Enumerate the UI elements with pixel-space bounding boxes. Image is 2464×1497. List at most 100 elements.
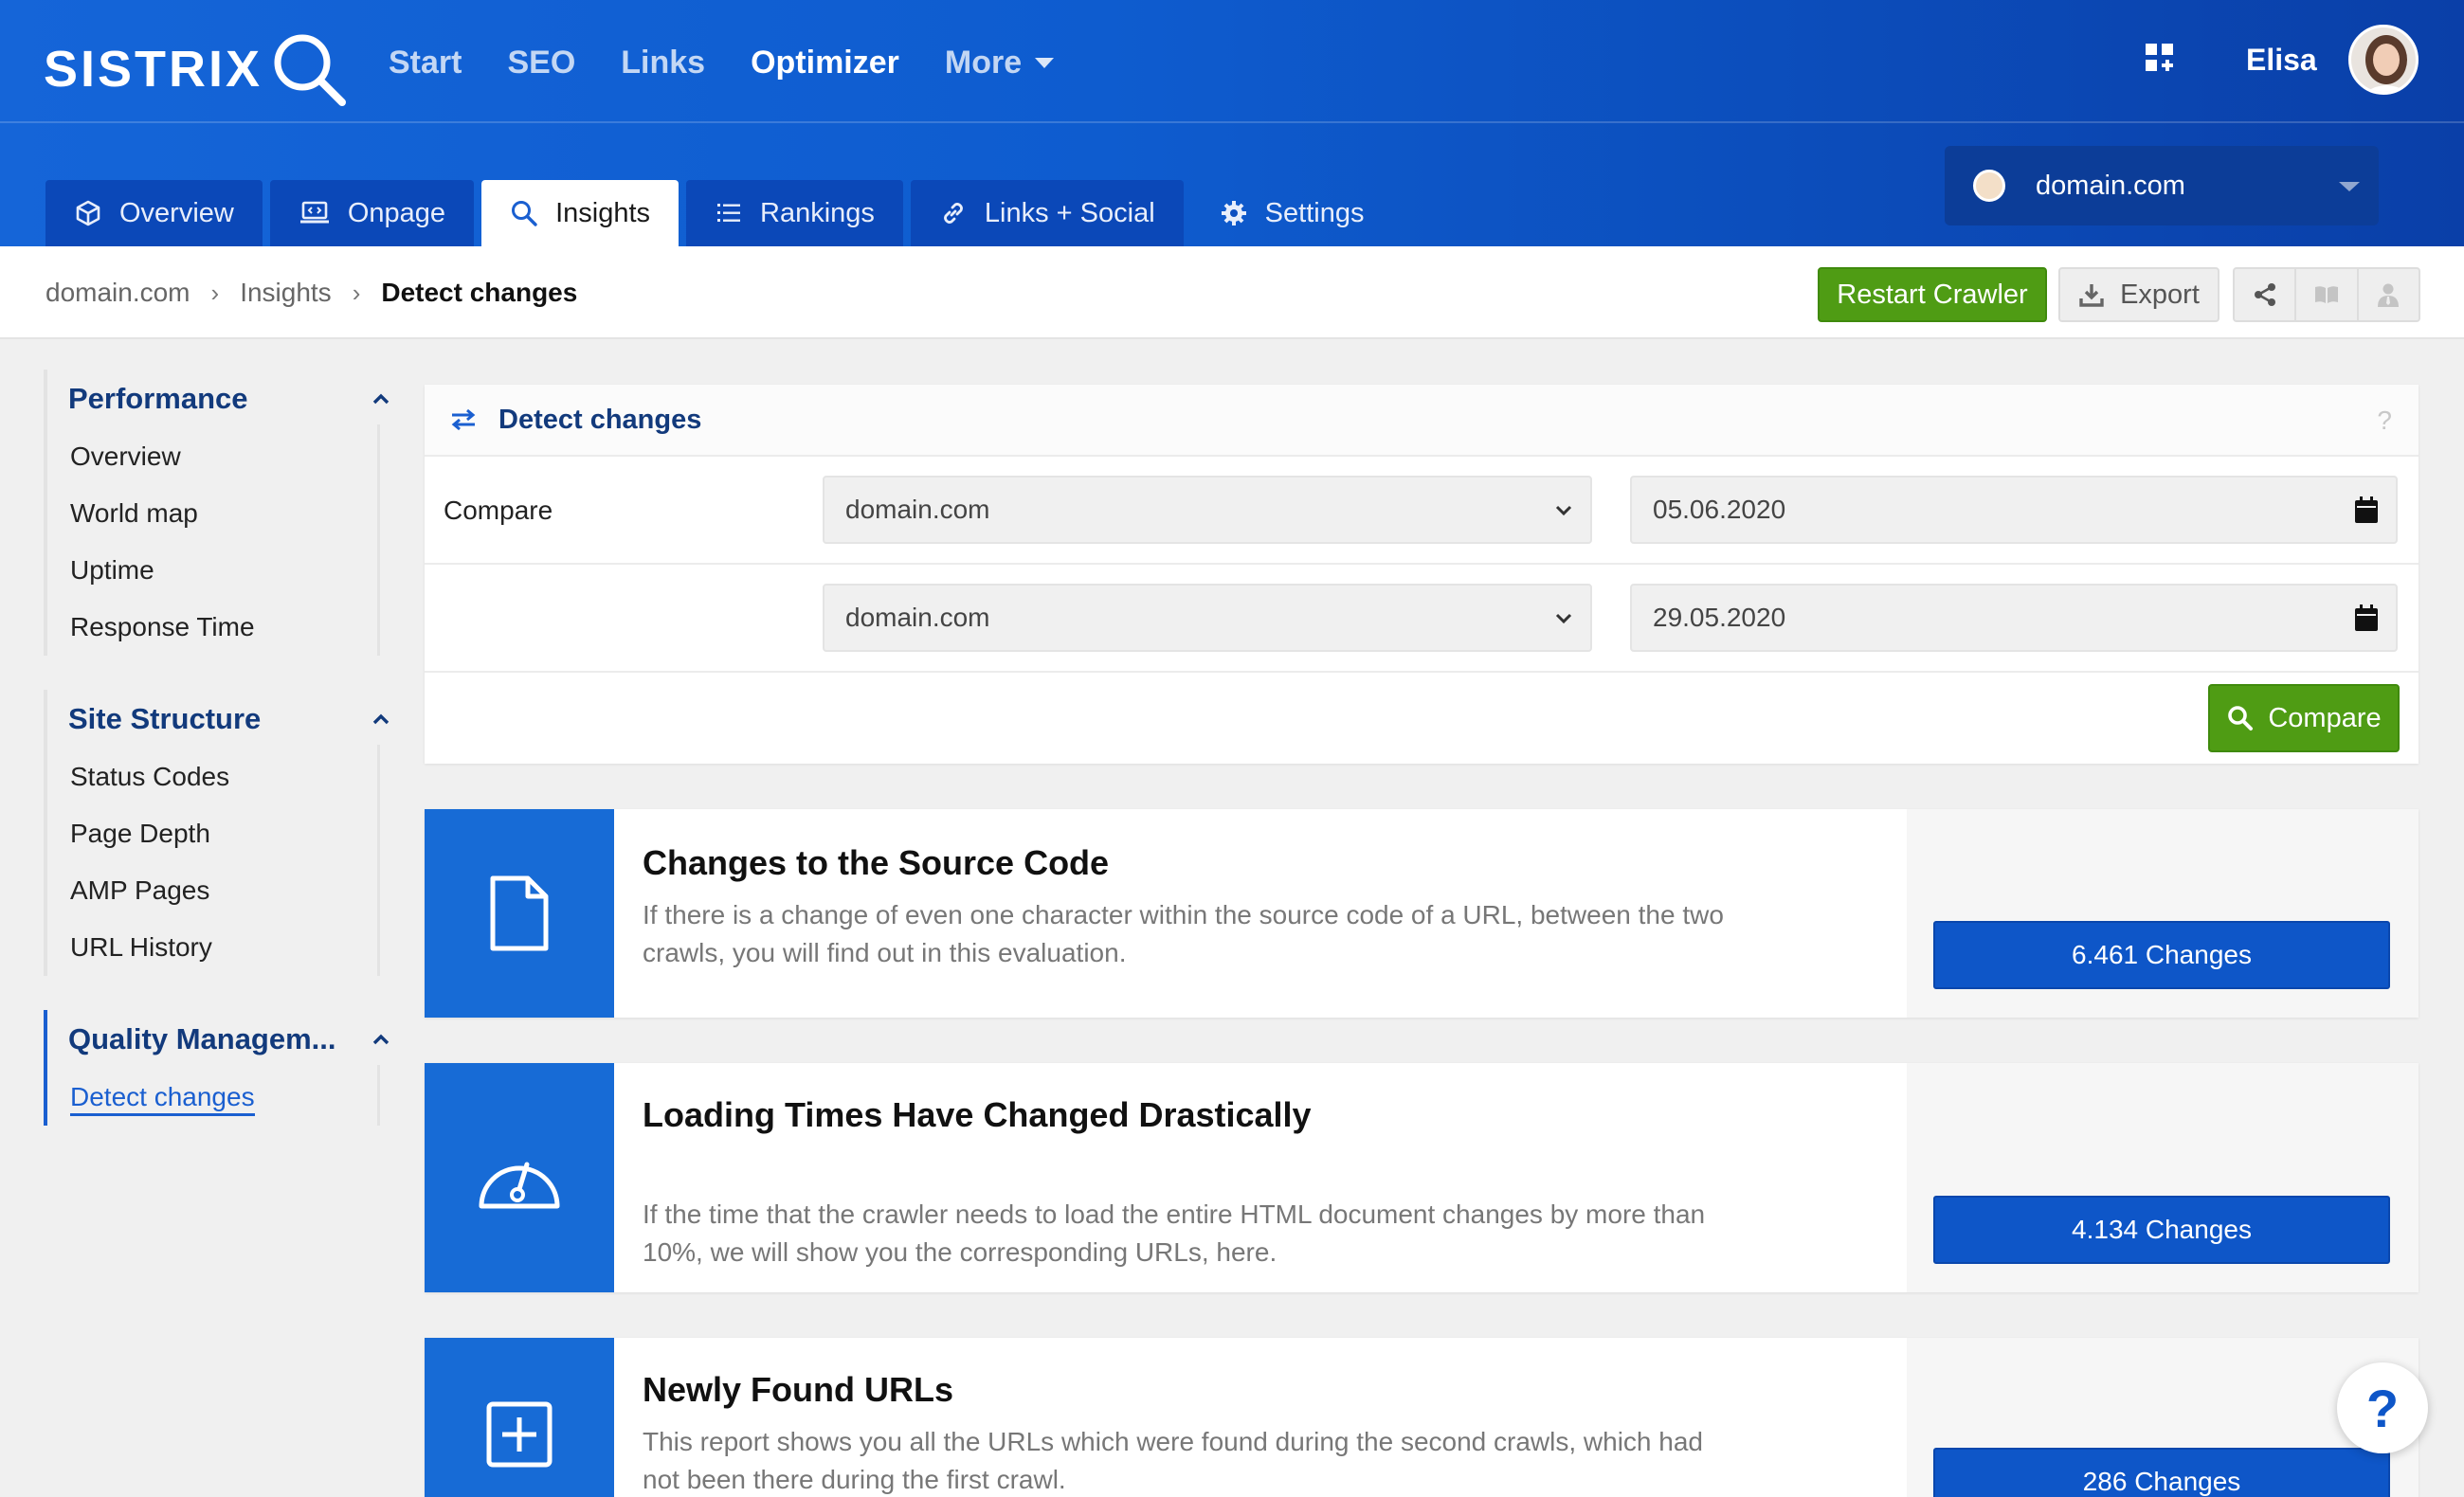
nav-seo[interactable]: SEO bbox=[507, 38, 575, 87]
compare-label: Compare bbox=[444, 496, 553, 525]
compare-button[interactable]: Compare bbox=[2208, 684, 2400, 752]
user-report-button[interactable] bbox=[2359, 269, 2419, 320]
apps-grid-icon[interactable] bbox=[2144, 42, 2176, 74]
sidebar-heading-label: Site Structure bbox=[68, 702, 262, 735]
help-question-icon[interactable]: ? bbox=[2377, 406, 2392, 436]
main-nav: Start SEO Links Optimizer More bbox=[389, 38, 1055, 87]
date-field-2[interactable]: 29.05.2020 bbox=[1630, 584, 2398, 652]
sidebar-heading-site-structure[interactable]: Site Structure bbox=[44, 690, 394, 748]
sidebar-item-label: URL History bbox=[70, 932, 212, 962]
sidebar-item-label: Status Codes bbox=[70, 762, 230, 791]
top-header: SISTRIX Start SEO Links Optimizer More E… bbox=[0, 0, 2464, 246]
sidebar-item-label: AMP Pages bbox=[70, 875, 210, 905]
report-card-source-code: Changes to the Source Code If there is a… bbox=[425, 809, 2419, 1018]
report-card-loading-times: Loading Times Have Changed Drastically I… bbox=[425, 1063, 2419, 1292]
speedometer-icon bbox=[479, 1162, 560, 1209]
sidebar-item-label: Overview bbox=[70, 442, 181, 471]
book-button[interactable] bbox=[2296, 269, 2359, 320]
nav-links-label: Links bbox=[621, 45, 706, 81]
breadcrumb-separator-icon: › bbox=[210, 278, 220, 307]
chevron-up-icon bbox=[372, 393, 390, 405]
export-button[interactable]: Export bbox=[2058, 267, 2219, 322]
sidebar-group-site-structure: Site Structure Status Codes Page Depth A… bbox=[44, 690, 394, 976]
compare-row-2: domain.com 29.05.2020 bbox=[425, 565, 2419, 673]
restart-crawler-button[interactable]: Restart Crawler bbox=[1818, 267, 2047, 322]
sidebar-heading-performance[interactable]: Performance bbox=[44, 370, 394, 428]
tab-links-social[interactable]: Links + Social bbox=[910, 180, 1184, 246]
tab-settings-label: Settings bbox=[1264, 197, 1365, 228]
nav-start-label: Start bbox=[389, 45, 462, 81]
project-select-value: domain.com bbox=[845, 603, 990, 632]
report-title[interactable]: Loading Times Have Changed Drastically bbox=[643, 1095, 1312, 1135]
sidebar-item-overview[interactable]: Overview bbox=[44, 428, 394, 485]
help-floating-button[interactable]: ? bbox=[2337, 1362, 2428, 1453]
breadcrumb-domain[interactable]: domain.com bbox=[45, 278, 190, 308]
project-select-1[interactable]: domain.com bbox=[823, 476, 1592, 544]
user-name[interactable]: Elisa bbox=[2246, 38, 2317, 81]
changes-button[interactable]: 4.134 Changes bbox=[1933, 1196, 2390, 1264]
nav-more[interactable]: More bbox=[945, 38, 1055, 87]
cube-icon bbox=[76, 200, 100, 226]
section-tabs: Overview Onpage Insights Rankings Links … bbox=[45, 180, 1392, 246]
report-title[interactable]: Newly Found URLs bbox=[643, 1370, 953, 1410]
breadcrumb-insights[interactable]: Insights bbox=[240, 278, 332, 308]
tab-insights-label: Insights bbox=[555, 197, 651, 228]
nav-optimizer[interactable]: Optimizer bbox=[751, 38, 899, 87]
share-button[interactable] bbox=[2235, 269, 2297, 320]
report-icon-tile bbox=[425, 809, 614, 1018]
sidebar-item-detect-changes[interactable]: Detect changes bbox=[44, 1069, 394, 1126]
changes-button[interactable]: 6.461 Changes bbox=[1933, 921, 2390, 989]
sidebar-item-page-depth[interactable]: Page Depth bbox=[44, 805, 394, 862]
nav-links[interactable]: Links bbox=[621, 38, 705, 87]
sidebar-subrail bbox=[377, 424, 380, 656]
sidebar-item-amp-pages[interactable]: AMP Pages bbox=[44, 862, 394, 919]
book-open-icon bbox=[2314, 286, 2338, 303]
user-tie-icon bbox=[2378, 283, 2400, 307]
file-icon bbox=[490, 875, 549, 951]
chevron-up-icon bbox=[372, 713, 390, 725]
sidebar-heading-label: Quality Managem... bbox=[68, 1022, 336, 1055]
sidebar-item-url-history[interactable]: URL History bbox=[44, 919, 394, 976]
project-select-2[interactable]: domain.com bbox=[823, 584, 1592, 652]
changes-button[interactable]: 286 Changes bbox=[1933, 1448, 2390, 1497]
sidebar-item-response-time[interactable]: Response Time bbox=[44, 599, 394, 656]
tab-insights[interactable]: Insights bbox=[481, 180, 679, 246]
sidebar-item-status-codes[interactable]: Status Codes bbox=[44, 748, 394, 805]
nav-seo-label: SEO bbox=[507, 45, 576, 81]
breadcrumb-separator-icon: › bbox=[352, 278, 361, 307]
sistrix-logo[interactable]: SISTRIX bbox=[44, 28, 350, 110]
domain-selector[interactable]: domain.com bbox=[1945, 146, 2379, 225]
sidebar-item-label: Page Depth bbox=[70, 819, 210, 848]
avatar[interactable] bbox=[2348, 25, 2419, 95]
nav-start[interactable]: Start bbox=[389, 38, 462, 87]
magnifier-logo-icon bbox=[274, 34, 347, 106]
sidebar-item-world-map[interactable]: World map bbox=[44, 485, 394, 542]
chevron-up-icon bbox=[372, 1034, 390, 1045]
tab-rankings[interactable]: Rankings bbox=[686, 180, 903, 246]
tab-settings[interactable]: Settings bbox=[1191, 180, 1393, 246]
sidebar-heading-quality-management[interactable]: Quality Managem... bbox=[44, 1010, 394, 1069]
tab-onpage[interactable]: Onpage bbox=[269, 180, 475, 246]
report-card-new-urls: Newly Found URLs This report shows you a… bbox=[425, 1338, 2419, 1497]
date-field-1[interactable]: 05.06.2020 bbox=[1630, 476, 2398, 544]
tab-onpage-label: Onpage bbox=[347, 197, 446, 228]
sidebar-group-quality-management: Quality Managem... Detect changes bbox=[44, 1010, 394, 1126]
project-select-value: domain.com bbox=[845, 495, 990, 524]
list-icon bbox=[717, 204, 741, 222]
gear-icon bbox=[1221, 201, 1246, 225]
caret-down-icon bbox=[1035, 57, 1055, 68]
sidebar-rail bbox=[44, 370, 47, 656]
compare-row-1: Compare domain.com 05.06.2020 bbox=[425, 457, 2419, 565]
header-divider bbox=[0, 121, 2464, 123]
report-title[interactable]: Changes to the Source Code bbox=[643, 843, 1109, 883]
tab-overview[interactable]: Overview bbox=[45, 180, 263, 246]
sidebar-subrail bbox=[377, 745, 380, 976]
calendar-icon[interactable] bbox=[2352, 603, 2381, 633]
exchange-arrows-icon bbox=[451, 408, 476, 431]
sidebar-item-label: Uptime bbox=[70, 555, 154, 585]
plus-square-icon bbox=[486, 1401, 553, 1468]
tab-links-social-label: Links + Social bbox=[984, 197, 1155, 228]
sidebar-item-uptime[interactable]: Uptime bbox=[44, 542, 394, 599]
link-icon bbox=[944, 203, 963, 224]
calendar-icon[interactable] bbox=[2352, 495, 2381, 525]
